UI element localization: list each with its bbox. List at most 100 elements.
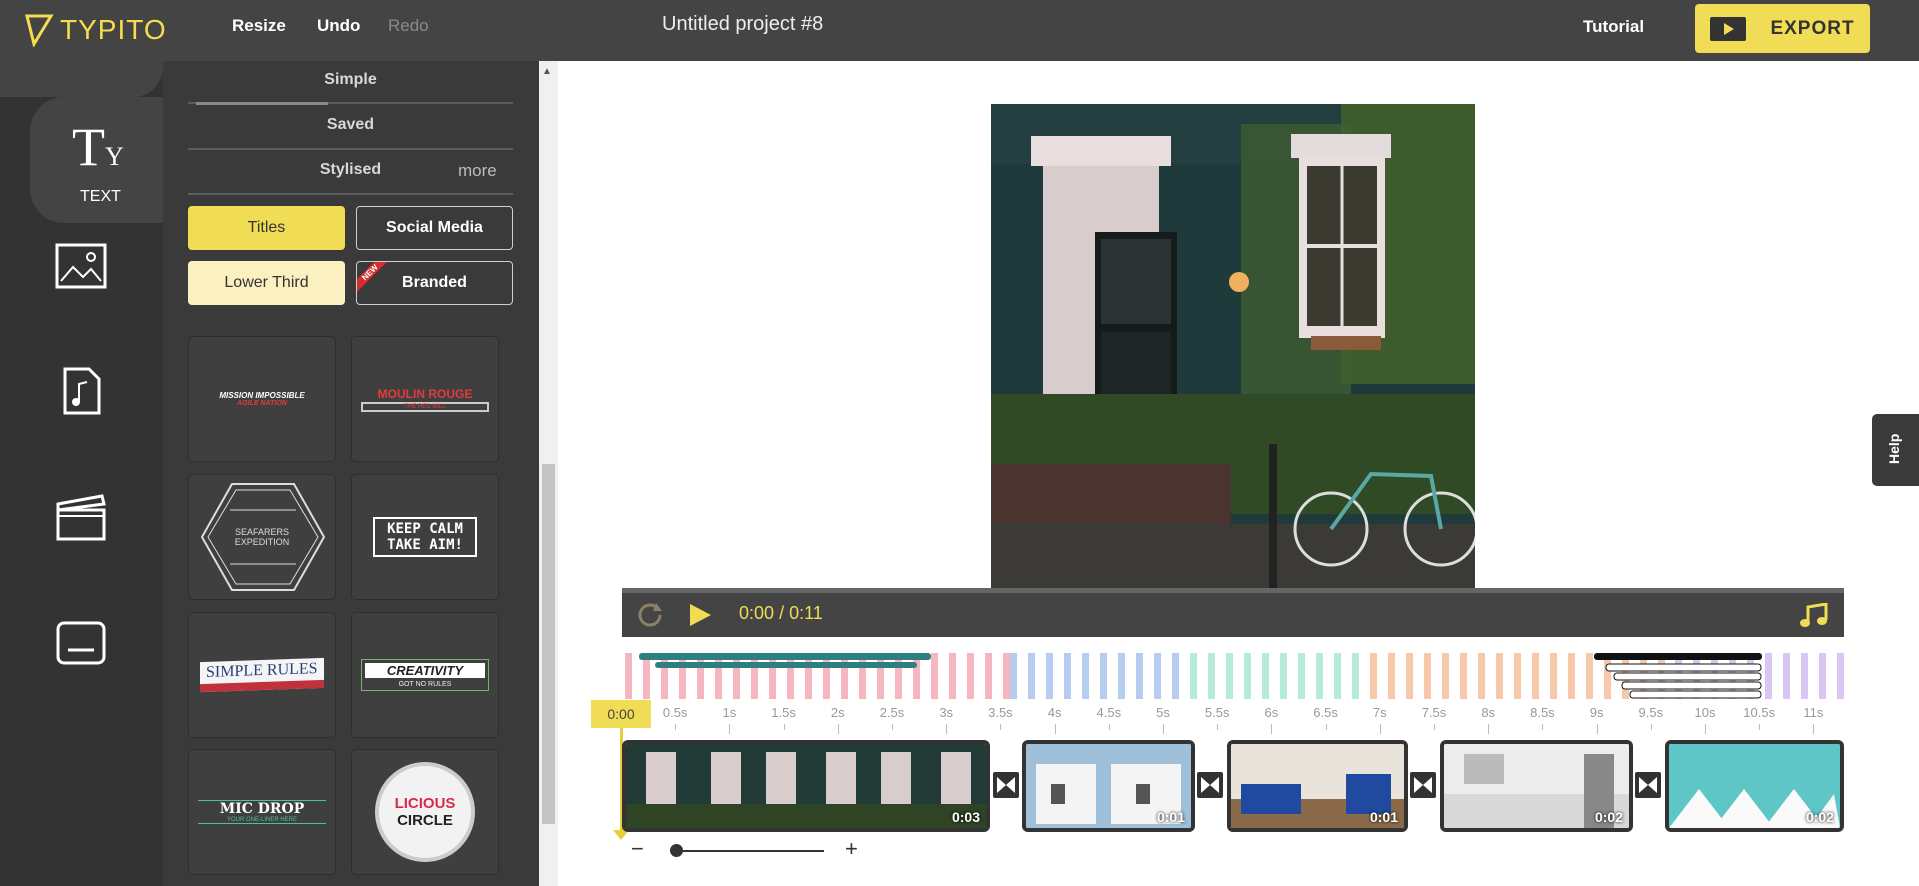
- waveform-bar: [1280, 653, 1287, 699]
- tab-saved[interactable]: Saved: [188, 116, 513, 134]
- clip-duration: 0:01: [1369, 809, 1398, 825]
- ruler-tick: [1108, 724, 1110, 730]
- text-layer-bar: [655, 662, 917, 668]
- scroll-up-arrow[interactable]: ▲: [542, 66, 552, 77]
- typito-logo[interactable]: TYPITO: [24, 12, 167, 48]
- preview-image[interactable]: [991, 104, 1475, 588]
- ruler-tick: [1542, 724, 1544, 730]
- timeline-clip[interactable]: 0:01: [1022, 740, 1195, 832]
- ruler-tick: [1434, 724, 1435, 730]
- chip-social-media[interactable]: Social Media: [356, 206, 513, 250]
- text-layer-bar: [1621, 681, 1762, 690]
- chip-branded[interactable]: NEW Branded: [356, 261, 513, 305]
- ruler-tick: [892, 724, 893, 730]
- help-tab[interactable]: Help: [1872, 414, 1919, 486]
- template-line1: CREATIVITY: [365, 663, 485, 678]
- ruler-tick-label: 3.5s: [988, 705, 1013, 720]
- template-line2: YOUR ONE-LINER HERE: [226, 817, 297, 823]
- scrollbar-thumb[interactable]: [542, 464, 555, 824]
- transition-icon[interactable]: [1197, 772, 1223, 798]
- music-note-icon[interactable]: [1800, 603, 1828, 629]
- zoom-in-button[interactable]: +: [845, 836, 858, 862]
- music-file-icon[interactable]: [55, 366, 107, 416]
- ruler-tick-label: 3s: [939, 705, 954, 720]
- ruler-tick-label: 7s: [1372, 705, 1387, 720]
- timeline-clip[interactable]: 0:02: [1440, 740, 1633, 832]
- ruler-tick: [783, 724, 785, 730]
- template-card[interactable]: SIMPLE RULES: [188, 612, 336, 738]
- waveform-bar: [1801, 653, 1808, 699]
- ruler-tick-label: 9.5s: [1638, 705, 1664, 720]
- clip-duration: 0:03: [951, 809, 980, 825]
- zoom-out-button[interactable]: −: [631, 836, 644, 862]
- template-card[interactable]: MOULIN ROUGE THE RED MILL: [351, 336, 499, 462]
- text-layer-bar: [1605, 663, 1762, 672]
- ruler-tick: [1650, 724, 1652, 730]
- tutorial-link[interactable]: Tutorial: [1583, 17, 1644, 37]
- ruler-tick: [729, 724, 731, 734]
- redo-button[interactable]: Redo: [388, 16, 429, 36]
- ruler-tick-label: 8s: [1481, 705, 1496, 720]
- timeline-clip[interactable]: 0:02: [1665, 740, 1844, 832]
- waveform-bar: [1190, 653, 1197, 699]
- template-line2: GOT NO RULES: [398, 681, 452, 688]
- waveform-bar: [1100, 653, 1107, 699]
- waveform-bar: [1550, 653, 1557, 699]
- ruler-tick: [1759, 724, 1761, 730]
- text-layer-bar: [1594, 653, 1762, 660]
- tab-simple[interactable]: Simple: [188, 71, 513, 89]
- playhead-label[interactable]: 0:00: [591, 700, 651, 728]
- waveform-bar: [1424, 653, 1431, 699]
- ruler-tick: [1325, 724, 1327, 730]
- zoom-slider[interactable]: [676, 850, 824, 852]
- template-card[interactable]: LICIOUS CIRCLE: [351, 749, 499, 875]
- ruler-tick: [1271, 724, 1273, 734]
- chip-titles[interactable]: Titles: [188, 206, 345, 250]
- template-card[interactable]: MIC DROP YOUR ONE-LINER HERE: [188, 749, 336, 875]
- more-link[interactable]: more: [458, 161, 497, 181]
- ruler-tick-label: 9s: [1589, 705, 1604, 720]
- template-line1: KEEP CALM: [387, 521, 463, 537]
- clip-duration: 0:02: [1594, 809, 1623, 825]
- play-icon[interactable]: [688, 603, 712, 627]
- transition-icon[interactable]: [1635, 772, 1661, 798]
- zoom-slider-knob[interactable]: [670, 844, 683, 857]
- template-card[interactable]: SEAFARERS EXPEDITION: [188, 474, 336, 600]
- waveform-bar: [1442, 653, 1449, 699]
- replay-icon[interactable]: [638, 601, 664, 627]
- export-button[interactable]: EXPORT: [1695, 4, 1870, 53]
- subtitle-icon[interactable]: [55, 620, 107, 666]
- ruler-tick-label: 2.5s: [879, 705, 905, 720]
- clip-thumbnail: [626, 744, 986, 828]
- ruler-tick: [1000, 724, 1002, 730]
- waveform-bar: [1370, 653, 1377, 699]
- total-time: 0:11: [789, 603, 823, 623]
- ruler-tick: [946, 724, 948, 734]
- resize-button[interactable]: Resize: [232, 16, 286, 36]
- template-card[interactable]: KEEP CALM TAKE AIM!: [351, 474, 499, 600]
- template-line1: SEAFARERS: [234, 527, 289, 537]
- waveform-bar: [1298, 653, 1305, 699]
- template-card[interactable]: MISSION IMPOSSIBLE AGILE NATION: [188, 336, 336, 462]
- project-title[interactable]: Untitled project #8: [662, 13, 823, 36]
- waveform-bar: [1406, 653, 1413, 699]
- transition-icon[interactable]: [1410, 772, 1436, 798]
- image-icon[interactable]: [55, 243, 107, 289]
- rail-corner: [0, 61, 163, 97]
- waveform-bar: [1334, 653, 1341, 699]
- transition-icon[interactable]: [993, 772, 1019, 798]
- timeline-clip[interactable]: 0:01: [1227, 740, 1408, 832]
- ruler-tick-label: 0.5s: [662, 705, 688, 720]
- chip-lower-third[interactable]: Lower Third: [188, 261, 345, 305]
- undo-button[interactable]: Undo: [317, 16, 360, 36]
- ruler-tick-label: 4.5s: [1096, 705, 1122, 720]
- template-line1: LICIOUS: [394, 795, 456, 812]
- audio-waveform-track[interactable]: [621, 650, 1844, 700]
- current-time: 0:00: [739, 603, 775, 623]
- template-card[interactable]: CREATIVITY GOT NO RULES: [351, 612, 499, 738]
- clapperboard-icon[interactable]: [55, 492, 107, 542]
- rail-text-label: TEXT: [80, 188, 121, 205]
- template-line2: EXPEDITION: [234, 537, 290, 547]
- timeline-clip[interactable]: 0:03: [622, 740, 990, 832]
- ruler-tick-label: 6.5s: [1313, 705, 1338, 720]
